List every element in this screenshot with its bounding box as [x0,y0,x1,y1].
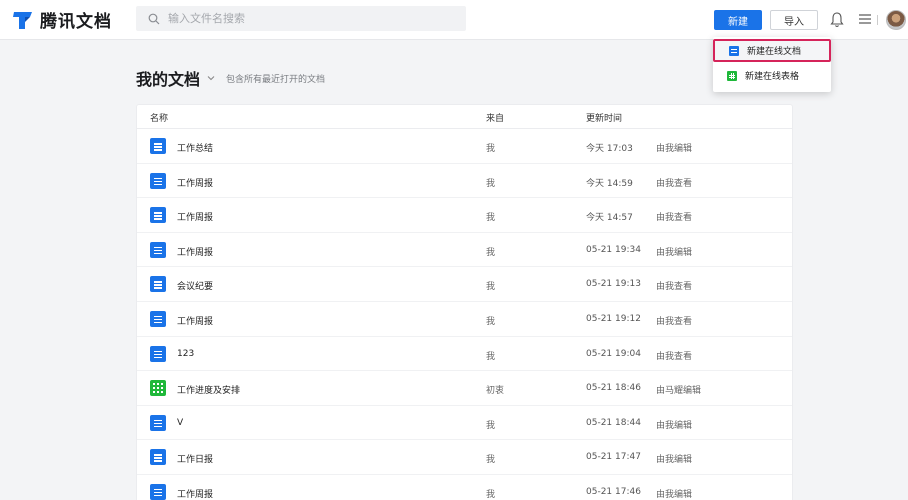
row-name[interactable]: 工作周报 [177,210,213,223]
menu-item-new-doc[interactable]: 新建在线文档 [713,39,831,62]
column-header-name: 名称 [150,114,169,124]
header-divider [877,15,878,25]
row-action: 由我编辑 [656,455,693,466]
row-from: 我 [486,144,496,154]
table-row[interactable]: 工作周报 我 今天 14:57 由我查看 [137,198,792,233]
app-logo[interactable]: 腾讯文档 [12,7,112,32]
row-updated-time: 今天 14:57 [586,213,633,224]
top-header: 腾讯文档 新建 导入 [0,0,908,40]
row-name[interactable]: V [177,418,183,428]
column-header-from: 来自 [486,114,505,124]
chevron-down-icon[interactable] [206,73,216,83]
row-action: 由我编辑 [656,144,693,154]
row-updated-time: 05-21 19:13 [586,279,641,290]
doc-icon [150,138,166,154]
avatar[interactable] [886,10,906,30]
table-row[interactable]: 工作日报 我 05-21 17:47 由我编辑 [137,440,792,475]
menu-item-label: 新建在线文档 [747,47,802,57]
row-name[interactable]: 123 [177,349,194,359]
import-button[interactable]: 导入 [770,10,818,30]
menu-item-new-sheet[interactable]: 新建在线表格 [713,64,831,87]
row-updated-time: 05-21 19:34 [586,244,641,255]
row-action: 由我查看 [656,316,693,327]
row-from: 我 [486,351,496,362]
row-updated-time: 05-21 17:46 [586,486,641,497]
new-dropdown-menu: 新建在线文档 新建在线表格 [713,37,831,92]
table-row[interactable]: 123 我 05-21 19:04 由我查看 [137,337,792,372]
list-header: 名称 来自 更新时间 [137,105,792,129]
row-action: 由我查看 [656,178,693,189]
search-input[interactable] [168,12,428,25]
row-name[interactable]: 会议纪要 [177,279,213,292]
row-updated-time: 今天 14:59 [586,178,633,189]
row-name[interactable]: 工作总结 [177,141,213,154]
menu-item-label: 新建在线表格 [745,72,800,82]
row-name[interactable]: 工作周报 [177,314,213,327]
doc-icon [150,414,166,431]
row-from: 我 [486,247,496,258]
table-row[interactable]: 工作周报 我 05-21 19:12 由我查看 [137,302,792,337]
row-from: 我 [486,178,496,189]
doc-icon [150,276,166,293]
doc-icon [150,345,166,362]
table-row[interactable]: 工作进度及安排 初衷 05-21 18:46 由马耀编辑 [137,371,792,406]
column-header-updated: 更新时间 [586,114,623,124]
row-name[interactable]: 工作日报 [177,452,213,465]
row-updated-time: 05-21 17:47 [586,452,641,463]
table-row[interactable]: 工作周报 我 05-21 19:34 由我编辑 [137,233,792,268]
row-action: 由我编辑 [656,489,693,500]
sheet-icon [150,380,166,397]
document-list: 名称 来自 更新时间 工作总结我今天 17:03 由我编辑 工作周报我今天 14:5… [136,104,793,500]
row-action: 由我查看 [656,282,693,293]
doc-icon [729,45,739,56]
row-name[interactable]: 工作周报 [177,245,213,258]
tencent-docs-logo-icon [13,11,32,29]
row-name[interactable]: 工作周报 [177,487,213,500]
row-from: 我 [486,489,496,500]
row-name[interactable]: 工作周报 [177,176,213,189]
doc-icon [150,310,166,327]
row-name[interactable]: 工作进度及安排 [177,383,240,396]
table-row[interactable]: 工作总结 我 今天 17:03 由我编辑 [137,129,792,164]
row-from: 我 [486,420,496,431]
row-action: 由马耀编辑 [656,386,702,397]
row-action: 由我编辑 [656,420,693,431]
sheet-icon [727,70,737,81]
menu-icon[interactable] [858,13,872,25]
row-from: 我 [486,316,496,327]
table-row[interactable]: 工作周报 我 今天 14:59 由我查看 [137,164,792,199]
page-title-row: 我的文档 包含所有最近打开的文档 [136,66,325,90]
table-row[interactable]: 工作周报 我 05-21 17:46 由我编辑 [137,475,792,500]
page-title[interactable]: 我的文档 [136,66,200,90]
app-name: 腾讯文档 [40,12,112,32]
search-box[interactable] [136,6,466,31]
row-updated-time: 05-21 18:46 [586,383,641,394]
row-updated-time: 05-21 19:04 [586,348,641,359]
doc-icon [150,207,166,224]
row-from: 我 [486,282,496,293]
search-icon [148,13,160,24]
doc-icon [150,241,166,258]
table-row[interactable]: V 我 05-21 18:44 由我编辑 [137,406,792,441]
doc-icon [150,483,166,500]
row-from: 初衷 [486,386,505,397]
row-updated-time: 今天 17:03 [586,144,633,154]
row-updated-time: 05-21 18:44 [586,417,641,428]
doc-icon [150,172,166,189]
doc-icon [150,449,166,466]
bell-icon[interactable] [829,11,845,29]
row-action: 由我查看 [656,213,693,224]
row-from: 我 [486,455,496,466]
row-from: 我 [486,213,496,224]
table-row[interactable]: 会议纪要 我 05-21 19:13 由我查看 [137,267,792,302]
row-action: 由我编辑 [656,247,693,258]
row-updated-time: 05-21 19:12 [586,313,641,324]
new-button[interactable]: 新建 [714,10,762,30]
row-action: 由我查看 [656,351,693,362]
page-subtitle: 包含所有最近打开的文档 [226,74,326,85]
